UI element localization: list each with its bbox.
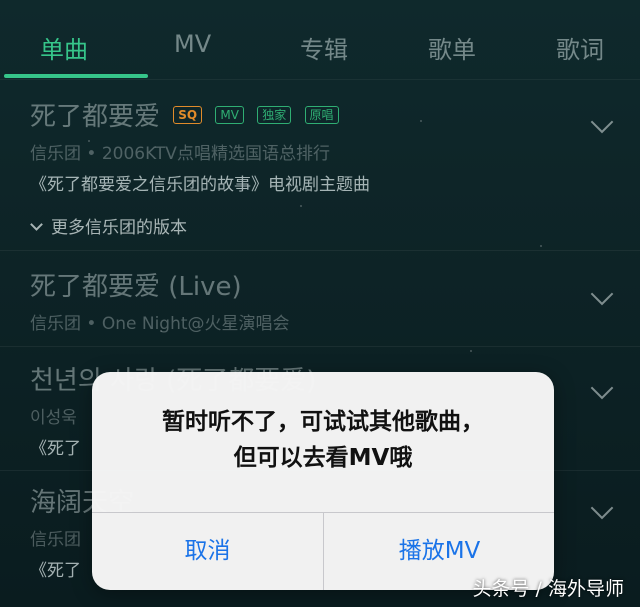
watermark: 头条号 / 海外导师	[472, 578, 624, 600]
more-versions-toggle[interactable]: 更多信乐团的版本	[30, 213, 187, 238]
song-meta: 信乐团 • One Night@火星演唱会	[30, 314, 290, 334]
background-star	[540, 245, 542, 247]
row-divider	[0, 250, 640, 251]
tab-playlist[interactable]: 歌单	[428, 30, 476, 65]
sq-tag: SQ	[173, 106, 203, 124]
song-row[interactable]: 死了都要爱 (Live) 信乐团 • One Night@火星演唱会	[30, 266, 610, 334]
song-title: 死了都要爱 SQ MV 独家 原唱	[30, 96, 610, 133]
tab-mv[interactable]: MV	[174, 30, 211, 58]
song-meta: 信乐团 • 2006KTV点唱精选国语总排行	[30, 144, 330, 164]
tab-single[interactable]: 单曲	[40, 30, 88, 65]
dialog-message-line1: 暂时听不了，可试试其他歌曲，	[162, 409, 484, 435]
song-row[interactable]: 死了都要爱 SQ MV 独家 原唱 信乐团 • 2006KTV点唱精选国语总排行…	[30, 96, 610, 195]
song-description: 《死了都要爱之信乐团的故事》电视剧主题曲	[30, 175, 370, 195]
row-divider	[0, 346, 640, 347]
more-versions-label: 更多信乐团的版本	[51, 218, 187, 238]
search-results-screen: 单曲 MV 专辑 歌单 歌词 死了都要爱 SQ MV 独家 原唱 信乐团 • 2…	[0, 0, 640, 607]
active-tab-indicator	[4, 74, 148, 78]
tabs-divider	[0, 79, 640, 80]
alert-dialog: 暂时听不了，可试试其他歌曲， 但可以去看MV哦 取消 播放MV	[92, 372, 554, 590]
cancel-button[interactable]: 取消	[92, 513, 323, 590]
background-star	[470, 350, 472, 352]
tab-lyrics[interactable]: 歌词	[556, 30, 604, 65]
tab-album[interactable]: 专辑	[300, 30, 348, 65]
song-title-text: 死了都要爱	[30, 102, 161, 132]
mv-tag: MV	[215, 106, 244, 124]
category-tabs: 单曲 MV 专辑 歌单 歌词	[0, 22, 640, 78]
original-tag: 原唱	[304, 106, 339, 124]
dialog-message: 暂时听不了，可试试其他歌曲， 但可以去看MV哦	[92, 404, 554, 476]
exclusive-tag: 独家	[257, 106, 292, 124]
dialog-message-line2: 但可以去看MV哦	[233, 445, 413, 471]
song-title: 死了都要爱 (Live)	[30, 272, 242, 302]
background-star	[300, 205, 302, 207]
chevron-down-icon	[30, 218, 43, 231]
